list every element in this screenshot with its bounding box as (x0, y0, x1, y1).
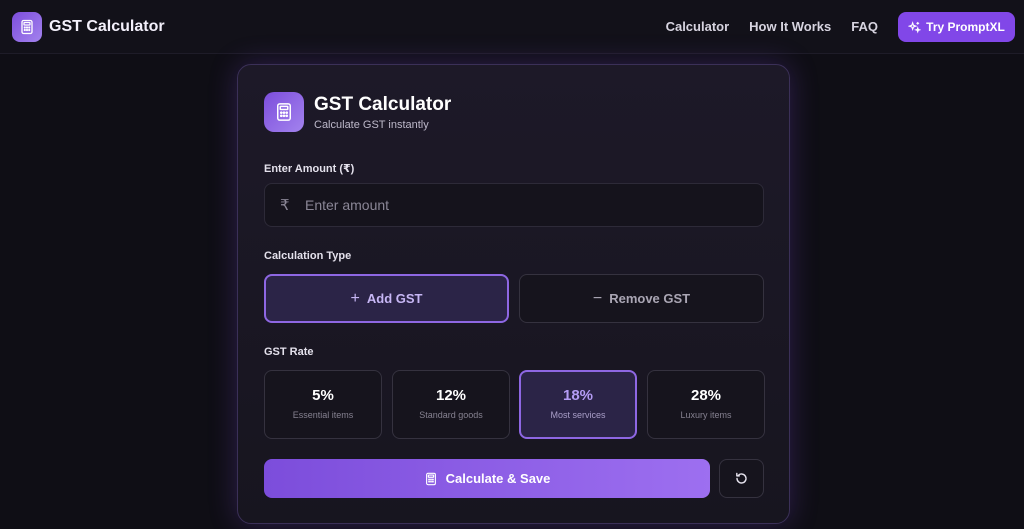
amount-field[interactable]: ₹ (264, 183, 764, 227)
brand[interactable]: GST Calculator (12, 12, 165, 42)
rate-option-12[interactable]: 12% Standard goods (392, 370, 510, 439)
rate-option-5[interactable]: 5% Essential items (264, 370, 382, 439)
card-subtitle: Calculate GST instantly (314, 119, 429, 131)
rate-description: Most services (550, 410, 606, 420)
nav-link-faq[interactable]: FAQ (851, 19, 878, 34)
rupee-icon: ₹ (280, 197, 290, 214)
plus-icon: + (350, 289, 360, 307)
sparkles-icon (908, 20, 922, 33)
calculation-type-label: Calculation Type (264, 250, 352, 262)
try-promptxl-label: Try PromptXL (926, 20, 1005, 34)
rate-percent: 28% (690, 387, 722, 404)
calculator-icon (425, 472, 436, 485)
rate-description: Standard goods (419, 410, 483, 420)
top-nav: GST Calculator Calculator How It Works F… (0, 0, 1024, 54)
rate-option-18[interactable]: 18% Most services (519, 370, 637, 439)
rate-description: Essential items (292, 410, 354, 420)
calculator-icon (12, 12, 42, 42)
add-gst-button[interactable]: + Add GST (264, 274, 509, 323)
nav-link-calculator[interactable]: Calculator (666, 19, 730, 34)
card-title: GST Calculator (314, 94, 452, 115)
remove-gst-button[interactable]: − Remove GST (519, 274, 764, 323)
rate-percent: 18% (562, 387, 594, 404)
refresh-icon (736, 472, 747, 484)
remove-gst-label: Remove GST (609, 291, 691, 306)
calculate-save-button[interactable]: Calculate & Save (264, 459, 710, 498)
add-gst-label: Add GST (366, 291, 423, 306)
brand-title: GST Calculator (49, 18, 165, 35)
calculator-card: GST Calculator Calculate GST instantly E… (237, 64, 790, 524)
rate-description: Luxury items (680, 410, 732, 420)
amount-input[interactable] (305, 184, 745, 226)
nav-link-how-it-works[interactable]: How It Works (749, 19, 831, 34)
minus-icon: − (592, 289, 603, 307)
rate-percent: 5% (312, 387, 334, 404)
try-promptxl-button[interactable]: Try PromptXL (898, 12, 1015, 42)
amount-label: Enter Amount (₹) (264, 163, 355, 175)
reset-button[interactable] (719, 459, 764, 498)
rate-percent: 12% (435, 387, 467, 404)
gst-rate-label: GST Rate (264, 346, 314, 358)
calculator-icon (264, 92, 304, 132)
nav-links: Calculator How It Works FAQ (646, 19, 878, 34)
rate-option-28[interactable]: 28% Luxury items (647, 370, 765, 439)
calculate-save-label: Calculate & Save (445, 471, 551, 486)
